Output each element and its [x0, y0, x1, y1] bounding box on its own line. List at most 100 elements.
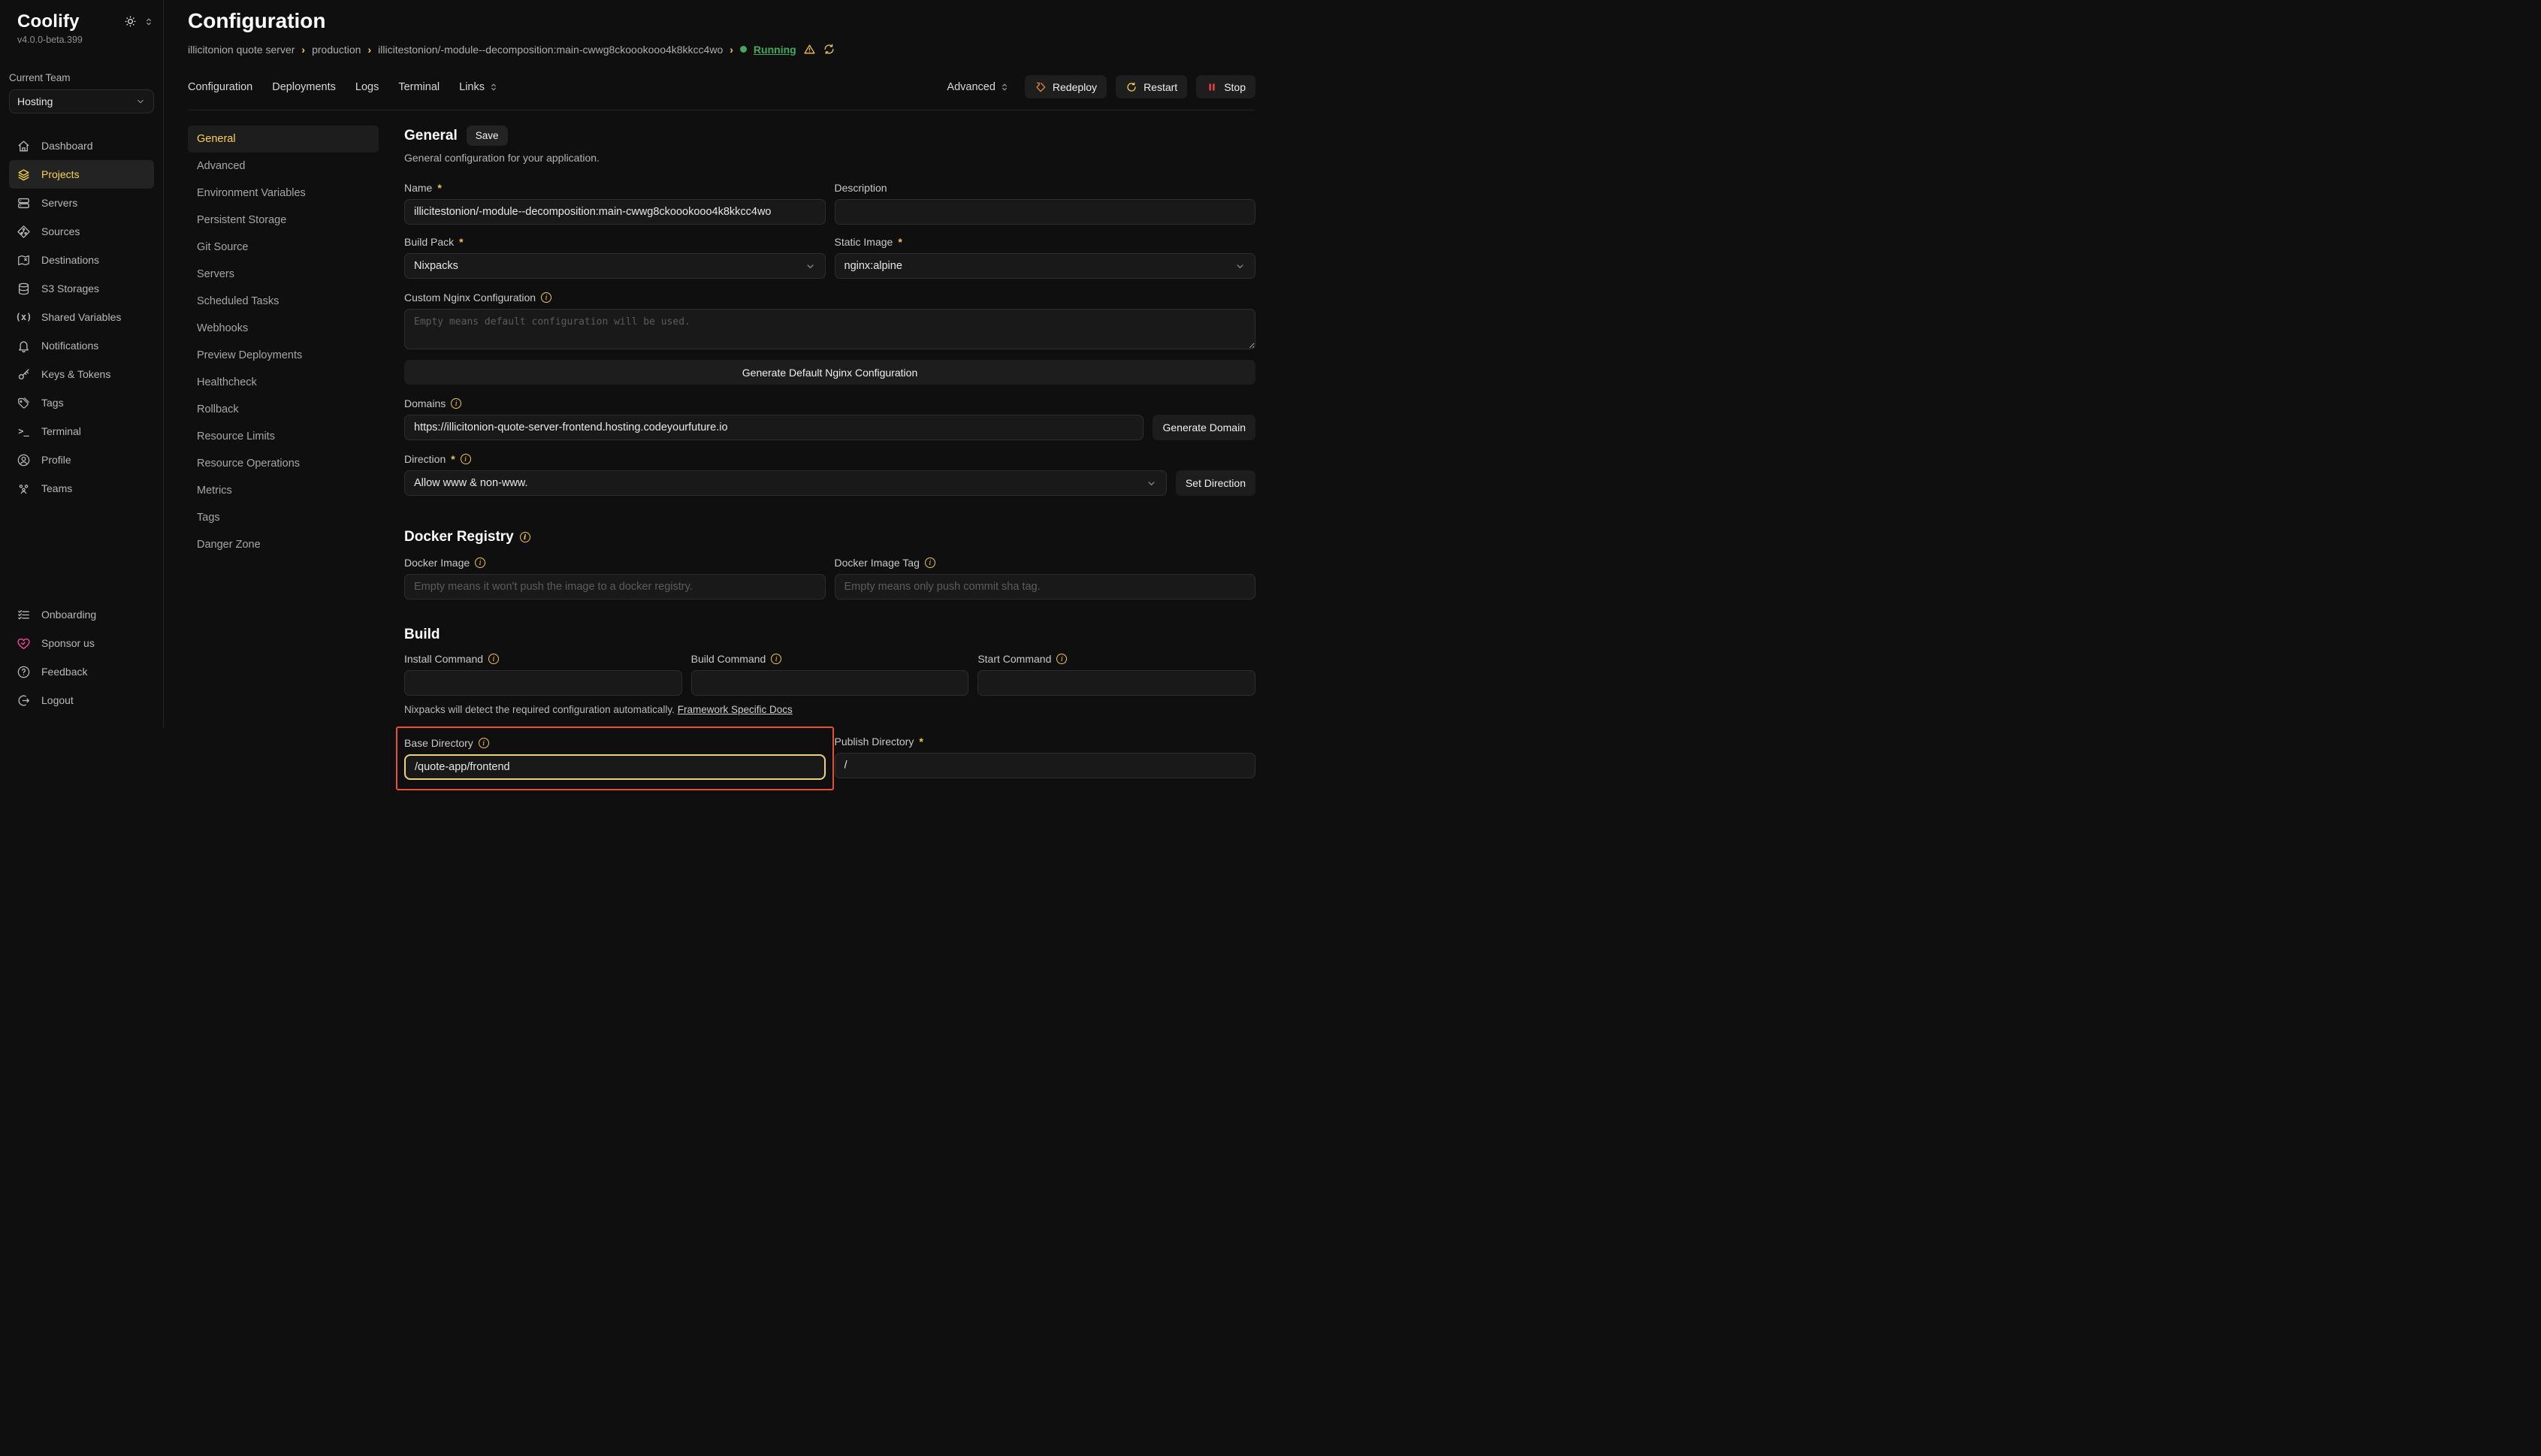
tab-deployments[interactable]: Deployments: [272, 81, 336, 93]
subnav-tags[interactable]: Tags: [188, 504, 379, 531]
docker-image-label: Docker Image i: [404, 557, 826, 569]
logout-icon: [17, 693, 31, 708]
restart-button[interactable]: Restart: [1116, 75, 1187, 98]
generate-nginx-button[interactable]: Generate Default Nginx Configuration: [404, 360, 1255, 385]
sidebar-item-tags[interactable]: Tags: [9, 388, 154, 417]
profile-icon: [17, 453, 31, 467]
base-directory-input[interactable]: [404, 754, 826, 780]
sidebar-item-label: Sources: [41, 225, 80, 237]
tab-links[interactable]: Links: [459, 81, 499, 93]
set-direction-button[interactable]: Set Direction: [1176, 470, 1255, 496]
sidebar-footer: Onboarding Sponsor us Feedback Logout: [9, 600, 154, 714]
sidebar-item-logout[interactable]: Logout: [9, 686, 154, 714]
sidebar-item-terminal[interactable]: >_ Terminal: [9, 417, 154, 446]
tab-logs[interactable]: Logs: [355, 81, 379, 93]
theme-toggle-sun-icon[interactable]: [124, 15, 137, 28]
subnav-persistent-storage[interactable]: Persistent Storage: [188, 207, 379, 234]
name-input[interactable]: [404, 199, 826, 225]
breadcrumb-separator: ›: [367, 44, 371, 56]
sidebar-item-feedback[interactable]: Feedback: [9, 657, 154, 686]
sidebar-item-notifications[interactable]: Notifications: [9, 331, 154, 360]
subnav-resource-limits[interactable]: Resource Limits: [188, 423, 379, 450]
section-heading-docker-registry: Docker Registry i: [404, 529, 1255, 545]
description-input[interactable]: [835, 199, 1256, 225]
teams-icon: [17, 482, 31, 496]
subnav-environment-variables[interactable]: Environment Variables: [188, 180, 379, 207]
team-selector[interactable]: Hosting: [9, 89, 154, 113]
chevron-down-icon: [1146, 478, 1157, 489]
sidebar-item-sources[interactable]: Sources: [9, 217, 154, 246]
sidebar-item-dashboard[interactable]: Dashboard: [9, 131, 154, 160]
install-command-input[interactable]: [404, 670, 682, 696]
redeploy-button[interactable]: Redeploy: [1025, 75, 1107, 98]
sidebar-item-label: Tags: [41, 397, 64, 409]
breadcrumb-separator: ›: [730, 44, 733, 56]
subnav-git-source[interactable]: Git Source: [188, 234, 379, 261]
subnav-resource-operations[interactable]: Resource Operations: [188, 450, 379, 477]
sidebar-item-teams[interactable]: Teams: [9, 474, 154, 503]
generate-domain-button[interactable]: Generate Domain: [1153, 415, 1255, 440]
domains-input[interactable]: [404, 415, 1144, 440]
info-icon: i: [461, 454, 471, 464]
advanced-dropdown[interactable]: Advanced: [947, 81, 1010, 93]
subnav-danger-zone[interactable]: Danger Zone: [188, 531, 379, 558]
section-heading-build: Build: [404, 627, 1255, 643]
info-icon: i: [475, 557, 485, 568]
direction-select[interactable]: Allow www & non-www.: [404, 470, 1167, 496]
home-icon: [17, 139, 31, 153]
custom-nginx-textarea[interactable]: [404, 309, 1255, 349]
build-pack-select[interactable]: Nixpacks: [404, 253, 826, 279]
status-running-link[interactable]: Running: [754, 44, 796, 56]
tag-icon: [17, 396, 31, 410]
start-command-input[interactable]: [977, 670, 1255, 696]
stop-button[interactable]: Stop: [1196, 75, 1255, 98]
stop-pause-icon: [1206, 81, 1218, 93]
info-icon: i: [451, 398, 461, 409]
subnav-webhooks[interactable]: Webhooks: [188, 315, 379, 342]
static-image-select[interactable]: nginx:alpine: [835, 253, 1256, 279]
sidebar-item-keys-tokens[interactable]: Keys & Tokens: [9, 360, 154, 388]
subnav-advanced[interactable]: Advanced: [188, 153, 379, 180]
sidebar-item-profile[interactable]: Profile: [9, 446, 154, 474]
general-form: General Save General configuration for y…: [404, 125, 1255, 728]
breadcrumb-application[interactable]: illicitestonion/-module--decomposition:m…: [378, 44, 723, 56]
sidebar-item-servers[interactable]: Servers: [9, 189, 154, 217]
breadcrumb-project[interactable]: illicitonion quote server: [188, 44, 295, 56]
subnav-scheduled-tasks[interactable]: Scheduled Tasks: [188, 288, 379, 315]
subnav-healthcheck[interactable]: Healthcheck: [188, 369, 379, 396]
info-icon: i: [488, 654, 499, 664]
sidebar-item-s3-storages[interactable]: S3 Storages: [9, 274, 154, 303]
tab-terminal[interactable]: Terminal: [398, 81, 440, 93]
sidebar-item-label: Dashboard: [41, 140, 93, 152]
subnav-metrics[interactable]: Metrics: [188, 477, 379, 504]
page-title: Configuration: [188, 9, 1255, 33]
base-directory-highlight-box: Base Directory i: [396, 726, 834, 790]
checklist-icon: [17, 608, 31, 622]
refresh-icon[interactable]: [823, 43, 835, 56]
sidebar-item-sponsor[interactable]: Sponsor us: [9, 629, 154, 657]
sidebar-item-label: Profile: [41, 454, 71, 466]
breadcrumb-environment[interactable]: production: [312, 44, 361, 56]
sidebar-item-label: Shared Variables: [41, 311, 121, 323]
variables-icon: (x): [17, 310, 31, 325]
chevron-down-icon: [135, 96, 146, 107]
save-button[interactable]: Save: [467, 125, 508, 146]
build-pack-label: Build Pack*: [404, 236, 826, 248]
framework-docs-link[interactable]: Framework Specific Docs: [678, 704, 793, 715]
docker-image-tag-input[interactable]: [835, 574, 1256, 600]
subnav-rollback[interactable]: Rollback: [188, 396, 379, 423]
sidebar-item-onboarding[interactable]: Onboarding: [9, 600, 154, 629]
sidebar-item-projects[interactable]: Projects: [9, 160, 154, 189]
subnav-general[interactable]: General: [188, 125, 379, 153]
tab-configuration[interactable]: Configuration: [188, 81, 252, 93]
publish-directory-input[interactable]: [835, 753, 1256, 778]
build-command-input[interactable]: [691, 670, 969, 696]
docker-image-input[interactable]: [404, 574, 826, 600]
git-source-icon: [17, 225, 31, 239]
sidebar-item-shared-variables[interactable]: (x) Shared Variables: [9, 303, 154, 331]
sidebar-item-destinations[interactable]: Destinations: [9, 246, 154, 274]
subnav-servers[interactable]: Servers: [188, 261, 379, 288]
theme-select-chevrons-icon[interactable]: [144, 17, 154, 27]
subnav-preview-deployments[interactable]: Preview Deployments: [188, 342, 379, 369]
info-icon: i: [520, 532, 530, 542]
